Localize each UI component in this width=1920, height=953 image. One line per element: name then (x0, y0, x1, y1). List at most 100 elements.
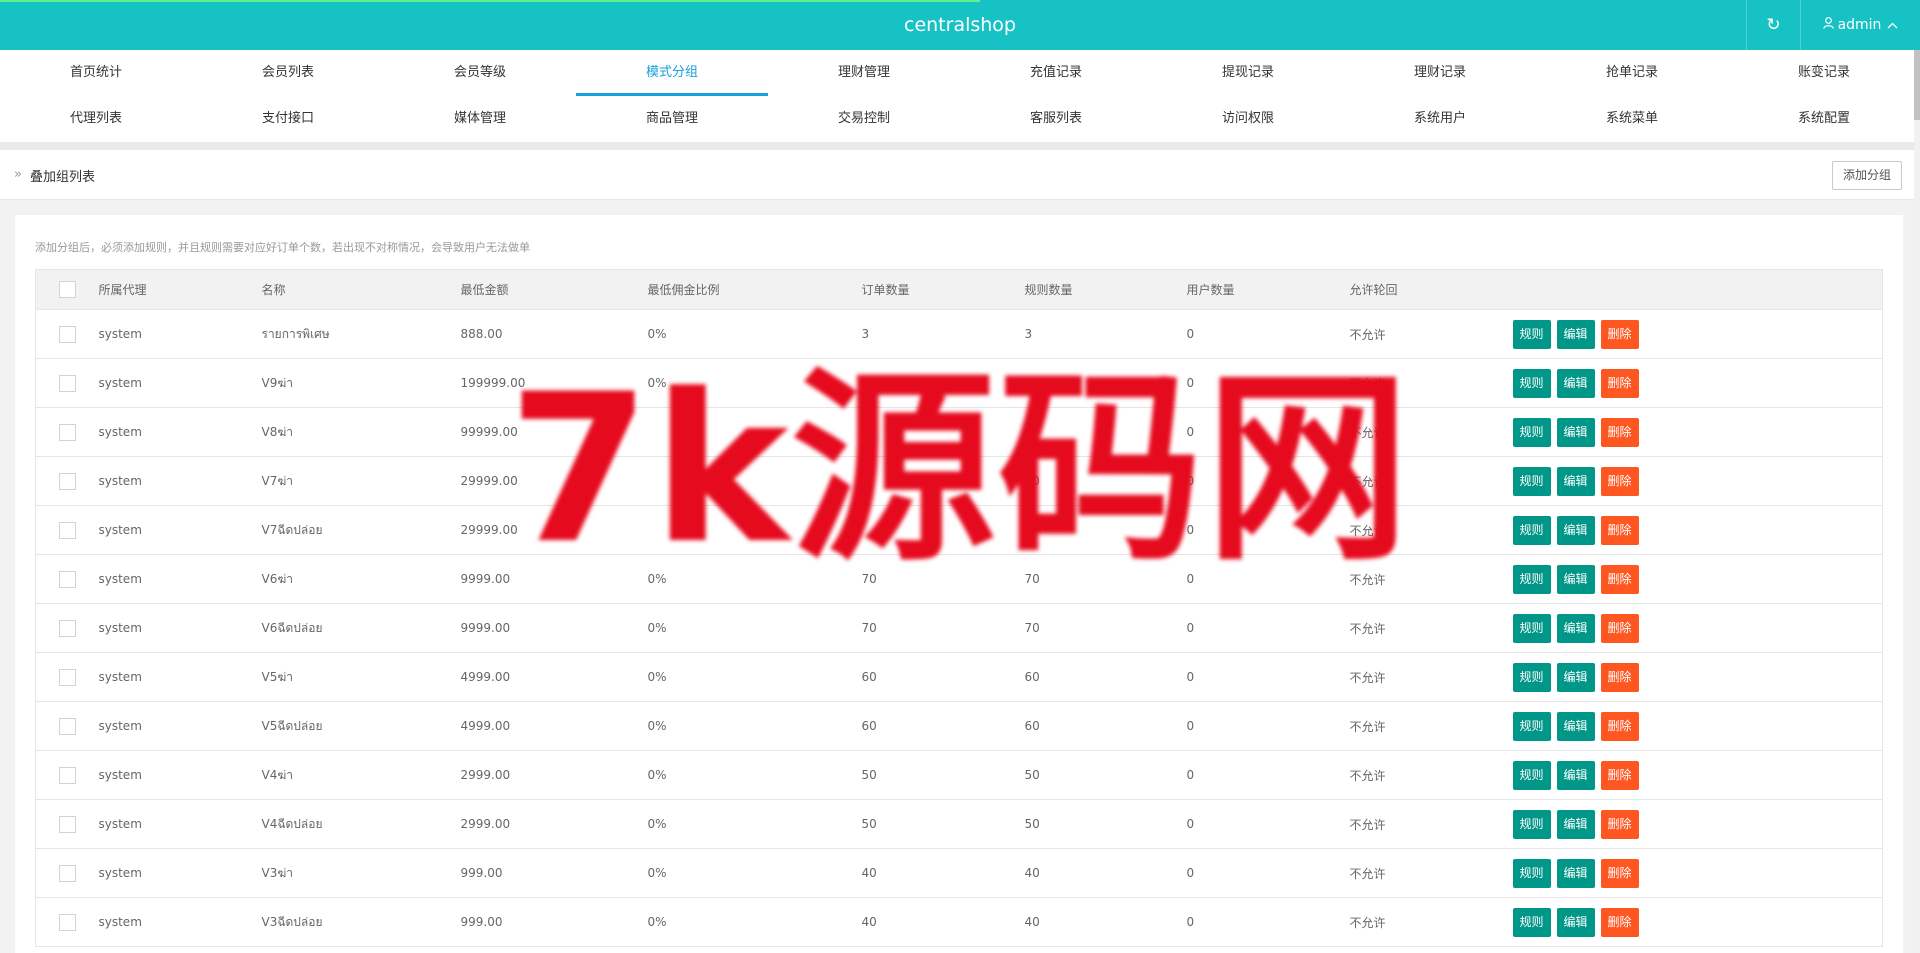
table-cell: system (98, 407, 262, 457)
row-checkbox[interactable] (58, 423, 76, 441)
delete-button[interactable]: 删除 (1600, 858, 1639, 888)
table-cell: system (98, 897, 262, 947)
nav-item[interactable]: 理财记录 (1344, 50, 1536, 96)
nav-item[interactable]: 会员等级 (384, 50, 576, 96)
edit-button[interactable]: 编辑 (1556, 809, 1595, 839)
edit-button[interactable]: 编辑 (1556, 368, 1595, 398)
delete-button[interactable]: 删除 (1600, 515, 1639, 545)
nav-item[interactable]: 抢单记录 (1536, 50, 1728, 96)
column-header: 规则数量 (1024, 269, 1187, 310)
table-cell: 不允许 (1349, 309, 1513, 359)
delete-button[interactable]: 删除 (1600, 907, 1639, 937)
nav-item[interactable]: 媒体管理 (384, 96, 576, 142)
table-cell: system (98, 505, 262, 555)
main-navigation: 首页统计 会员列表 会员等级 模式分组 理财管理 充值记录 提现记录 理财记录 抢单记录 账变记录… (0, 50, 1920, 142)
edit-button[interactable]: 编辑 (1556, 760, 1595, 790)
delete-button[interactable]: 删除 (1600, 711, 1639, 741)
edit-button[interactable]: 编辑 (1556, 564, 1595, 594)
actions-cell: 规则 编辑 删除 (1512, 603, 1883, 653)
refresh-icon: ↻ (1766, 15, 1781, 35)
delete-button[interactable]: 删除 (1600, 564, 1639, 594)
nav-item[interactable]: 系统菜单 (1536, 96, 1728, 142)
edit-button[interactable]: 编辑 (1556, 319, 1595, 349)
row-checkbox[interactable] (58, 815, 76, 833)
rules-button[interactable]: 规则 (1512, 319, 1551, 349)
row-checkbox[interactable] (58, 472, 76, 490)
row-checkbox[interactable] (58, 717, 76, 735)
rules-button[interactable]: 规则 (1512, 466, 1551, 496)
rules-button[interactable]: 规则 (1512, 662, 1551, 692)
rules-button[interactable]: 规则 (1512, 368, 1551, 398)
edit-button[interactable]: 编辑 (1556, 613, 1595, 643)
edit-button[interactable]: 编辑 (1556, 907, 1595, 937)
delete-button[interactable]: 删除 (1600, 368, 1639, 398)
table-cell (647, 505, 862, 555)
refresh-button[interactable]: ↻ (1746, 0, 1800, 50)
table-cell: 0% (647, 750, 862, 800)
nav-item[interactable]: 代理列表 (0, 96, 192, 142)
rules-button[interactable]: 规则 (1512, 809, 1551, 839)
delete-button[interactable]: 删除 (1600, 760, 1639, 790)
rules-button[interactable]: 规则 (1512, 564, 1551, 594)
table-cell: V6ฆ่า (261, 554, 461, 604)
nav-item[interactable]: 充值记录 (960, 50, 1152, 96)
nav-item[interactable]: 访问权限 (1152, 96, 1344, 142)
row-checkbox[interactable] (58, 374, 76, 392)
scrollbar[interactable] (1914, 50, 1920, 953)
edit-button[interactable]: 编辑 (1556, 662, 1595, 692)
row-checkbox[interactable] (58, 864, 76, 882)
nav-item[interactable]: 首页统计 (0, 50, 192, 96)
nav-item[interactable]: 理财管理 (768, 50, 960, 96)
nav-item[interactable]: 支付接口 (192, 96, 384, 142)
delete-button[interactable]: 删除 (1600, 319, 1639, 349)
nav-item[interactable]: 商品管理 (576, 96, 768, 142)
table-cell: 0 (1186, 603, 1350, 653)
edit-button[interactable]: 编辑 (1556, 858, 1595, 888)
table-cell: 0 (1186, 897, 1350, 947)
actions-cell: 规则 编辑 删除 (1512, 554, 1883, 604)
rules-button[interactable]: 规则 (1512, 858, 1551, 888)
row-checkbox[interactable] (58, 766, 76, 784)
row-checkbox[interactable] (58, 619, 76, 637)
nav-item[interactable]: 交易控制 (768, 96, 960, 142)
edit-button[interactable]: 编辑 (1556, 711, 1595, 741)
nav-item[interactable]: 模式分组 (576, 50, 768, 96)
delete-button[interactable]: 删除 (1600, 466, 1639, 496)
user-menu[interactable]: admin (1800, 0, 1920, 50)
delete-button[interactable]: 删除 (1600, 613, 1639, 643)
select-all-checkbox[interactable] (58, 281, 76, 298)
row-checkbox[interactable] (58, 668, 76, 686)
nav-item[interactable]: 会员列表 (192, 50, 384, 96)
table-cell: 4999.00 (460, 652, 648, 702)
actions-cell: 规则 编辑 删除 (1512, 407, 1883, 457)
rules-button[interactable]: 规则 (1512, 515, 1551, 545)
rules-button[interactable]: 规则 (1512, 711, 1551, 741)
delete-button[interactable]: 删除 (1600, 417, 1639, 447)
row-checkbox[interactable] (58, 325, 76, 343)
delete-button[interactable]: 删除 (1600, 809, 1639, 839)
row-checkbox[interactable] (58, 521, 76, 539)
nav-item[interactable]: 提现记录 (1152, 50, 1344, 96)
nav-item[interactable]: 系统用户 (1344, 96, 1536, 142)
delete-button[interactable]: 删除 (1600, 662, 1639, 692)
table-cell: 0% (647, 897, 862, 947)
edit-button[interactable]: 编辑 (1556, 515, 1595, 545)
row-checkbox[interactable] (58, 570, 76, 588)
nav-item[interactable]: 客服列表 (960, 96, 1152, 142)
nav-item[interactable]: 系统配置 (1728, 96, 1920, 142)
rules-button[interactable]: 规则 (1512, 613, 1551, 643)
rules-button[interactable]: 规则 (1512, 417, 1551, 447)
scrollbar-thumb[interactable] (1914, 50, 1920, 120)
table-cell: system (98, 603, 262, 653)
add-group-button[interactable]: 添加分组 (1831, 161, 1902, 190)
edit-button[interactable]: 编辑 (1556, 417, 1595, 447)
nav-item[interactable]: 账变记录 (1728, 50, 1920, 96)
actions-cell: 规则 编辑 删除 (1512, 652, 1883, 702)
table-cell: 不允许 (1349, 603, 1513, 653)
edit-button[interactable]: 编辑 (1556, 466, 1595, 496)
table-cell: V3ฉีดปล่อย (261, 897, 461, 947)
row-checkbox[interactable] (58, 913, 76, 931)
rules-button[interactable]: 规则 (1512, 907, 1551, 937)
rules-button[interactable]: 规则 (1512, 760, 1551, 790)
table-cell: 0 (1186, 652, 1350, 702)
